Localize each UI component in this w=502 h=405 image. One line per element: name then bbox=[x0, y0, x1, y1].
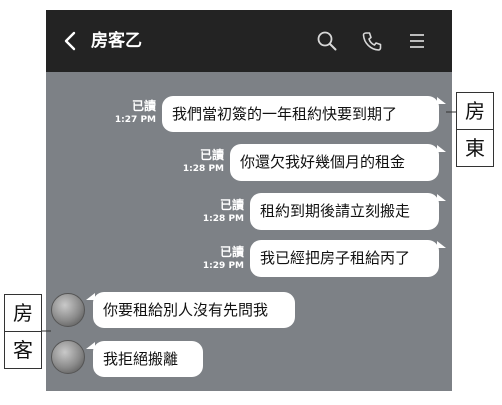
message-meta: 已讀 1:27 PM bbox=[104, 99, 156, 126]
chat-header: 房客乙 bbox=[46, 10, 452, 72]
message-bubble[interactable]: 你還欠我好幾個月的租金 bbox=[230, 144, 439, 181]
message-bubble[interactable]: 你要租給別人沒有先問我 bbox=[93, 292, 295, 328]
tenant-label-char: 房 bbox=[13, 301, 33, 325]
message-bubble[interactable]: 我拒絕搬離 bbox=[93, 341, 203, 377]
message-text: 你還欠我好幾個月的租金 bbox=[240, 153, 406, 171]
avatar[interactable] bbox=[51, 340, 85, 374]
menu-icon[interactable] bbox=[406, 30, 428, 52]
search-icon[interactable] bbox=[316, 30, 338, 52]
bubble-tail bbox=[437, 145, 446, 152]
message-time: 1:28 PM bbox=[202, 214, 244, 224]
message-text: 我已經把房子租給丙了 bbox=[260, 249, 411, 267]
message-time: 1:28 PM bbox=[182, 164, 224, 174]
chat-title: 房客乙 bbox=[91, 31, 142, 51]
read-receipt: 已讀 bbox=[219, 198, 244, 212]
message-meta: 已讀 1:28 PM bbox=[170, 148, 224, 175]
message-meta: 已讀 1:29 PM bbox=[190, 245, 244, 272]
message-text: 我拒絕搬離 bbox=[103, 350, 179, 368]
tenant-label-char: 客 bbox=[5, 331, 41, 368]
message-bubble[interactable]: 我已經把房子租給丙了 bbox=[250, 240, 439, 277]
chat-window: 房客乙 已讀 1:27 PM 我們當初簽的一年租約快要到期了 已讀 1:28 P… bbox=[46, 10, 452, 391]
landlord-label-char: 東 bbox=[457, 129, 493, 166]
bubble-tail bbox=[437, 241, 446, 248]
message-time: 1:29 PM bbox=[202, 261, 244, 271]
back-button[interactable] bbox=[58, 26, 82, 56]
bubble-tail bbox=[437, 194, 446, 201]
back-icon bbox=[64, 31, 76, 51]
tenant-label: 房 客 bbox=[4, 294, 42, 369]
phone-icon[interactable] bbox=[361, 30, 383, 52]
message-text: 租約到期後請立刻搬走 bbox=[260, 202, 411, 220]
message-bubble[interactable]: 我們當初簽的一年租約快要到期了 bbox=[162, 96, 439, 132]
message-meta: 已讀 1:28 PM bbox=[190, 198, 244, 225]
avatar[interactable] bbox=[51, 293, 85, 327]
read-receipt: 已讀 bbox=[199, 148, 224, 162]
landlord-label: 房 東 bbox=[456, 92, 494, 167]
bubble-tail bbox=[437, 97, 446, 104]
message-bubble[interactable]: 租約到期後請立刻搬走 bbox=[250, 193, 439, 230]
read-receipt: 已讀 bbox=[131, 99, 156, 113]
message-text: 我們當初簽的一年租約快要到期了 bbox=[172, 105, 398, 123]
message-text: 你要租給別人沒有先問我 bbox=[103, 301, 269, 319]
message-time: 1:27 PM bbox=[114, 115, 156, 125]
read-receipt: 已讀 bbox=[219, 245, 244, 259]
landlord-label-char: 房 bbox=[465, 99, 485, 123]
